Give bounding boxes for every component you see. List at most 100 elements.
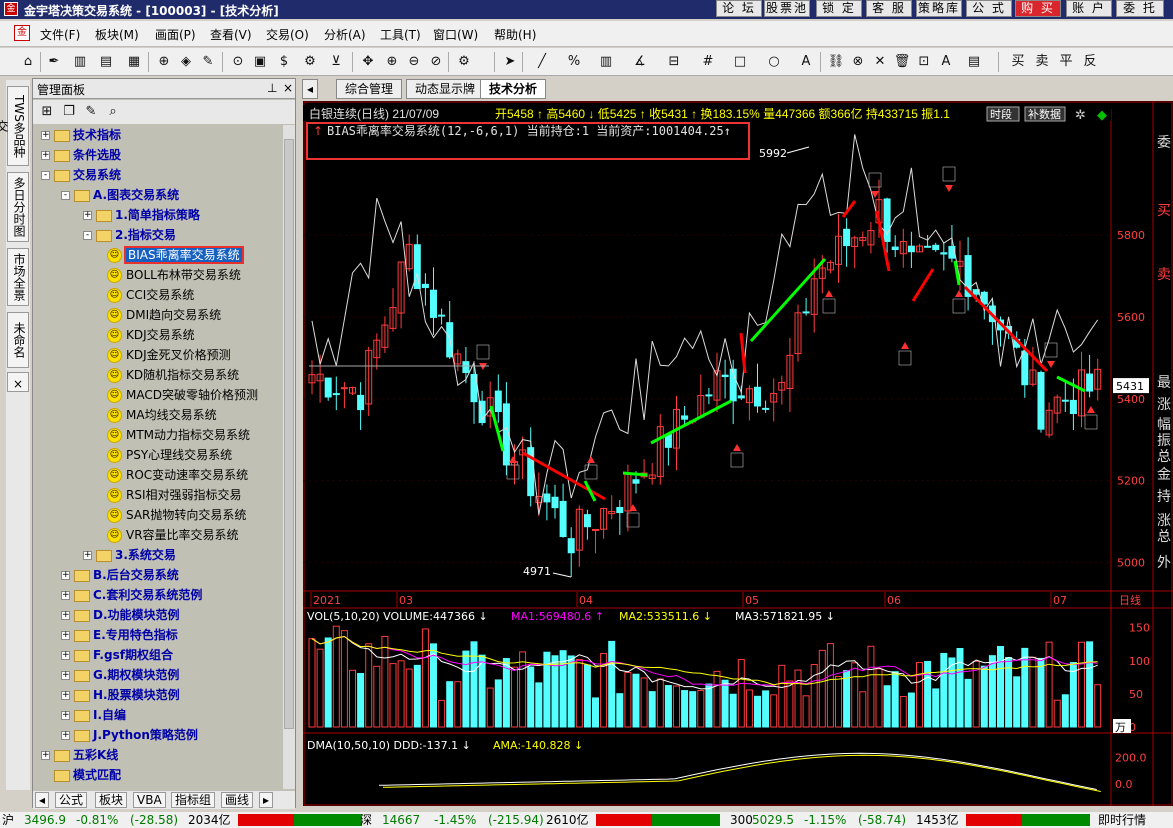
percent-icon[interactable]: % xyxy=(564,52,584,72)
technical-analysis-chart[interactable]: 白银连续(日线) 21/07/09 开5458 ↑ 高5460 ↓ 低5425 ↑… xyxy=(303,101,1173,806)
edit-icon[interactable]: ✎ xyxy=(81,102,101,122)
collapse-icon[interactable]: - xyxy=(83,231,92,240)
expand-icon[interactable]: + xyxy=(61,591,70,600)
tree-item-folder[interactable]: +1.简单指标策略 xyxy=(83,205,200,225)
expand-icon[interactable]: + xyxy=(61,691,70,700)
panel-scrollbar[interactable] xyxy=(283,125,295,789)
side-tab-0[interactable]: TWS多品种交 xyxy=(0,86,29,166)
hash-icon[interactable]: # xyxy=(698,52,718,72)
panel-tab-1[interactable]: 板块 xyxy=(95,792,128,808)
panel-tab-4[interactable]: 画线 xyxy=(221,792,254,808)
add-icon[interactable]: ⊕ xyxy=(154,52,174,72)
top-button-0[interactable]: 论 坛 xyxy=(716,0,762,17)
window-tab-1[interactable]: 动态显示牌 xyxy=(406,79,485,99)
lock-icon[interactable]: ⊡ xyxy=(914,52,934,72)
top-button-1[interactable]: 股票池 xyxy=(764,0,810,17)
tree-item-folder[interactable]: + I.自编 xyxy=(61,705,126,725)
no-entry-icon[interactable]: ⊘ xyxy=(426,52,446,72)
panel-tab-3[interactable]: 指标组 xyxy=(171,792,216,808)
reverse-icon[interactable]: 反 xyxy=(1080,52,1100,72)
bars-icon[interactable]: ▥ xyxy=(596,52,616,72)
scroll-thumb[interactable] xyxy=(284,139,294,729)
tree-item-folder[interactable]: + D.功能模块范例 xyxy=(61,605,180,625)
rect-icon[interactable]: □ xyxy=(730,52,750,72)
line-icon[interactable]: ╱ xyxy=(532,52,552,72)
window-tab-0[interactable]: 综合管理 xyxy=(336,79,403,99)
tree-item-strategy[interactable]: ☺ MTM动力指标交易系统 xyxy=(107,425,250,445)
side-tab-1[interactable]: 多日分时图 xyxy=(7,172,29,242)
menu-item-6[interactable]: 工具(T) xyxy=(380,26,421,43)
sort-icon[interactable]: ⊻ xyxy=(326,52,346,72)
side-tab-close-icon[interactable]: × xyxy=(7,372,29,392)
window-tab-2[interactable]: 技术分析 xyxy=(480,79,547,99)
tree-item-folder[interactable]: - 2.指标交易 xyxy=(83,225,176,245)
sell-icon[interactable]: 卖 xyxy=(1032,52,1052,72)
home-icon[interactable]: ⌂ xyxy=(18,52,38,72)
chart-canvas[interactable]: 白银连续(日线) 21/07/09 开5458 ↑ 高5460 ↓ 低5425 ↑… xyxy=(303,101,1173,806)
tree-item-folder[interactable]: + G.期权模块范例 xyxy=(61,665,179,685)
report-icon[interactable]: ▣ xyxy=(250,52,270,72)
grid-icon[interactable]: ▥ xyxy=(70,52,90,72)
diamond-icon[interactable]: ◆ xyxy=(1097,108,1107,123)
new-formula-icon[interactable]: ⊞ xyxy=(37,102,57,122)
collapse-icon[interactable]: - xyxy=(41,171,50,180)
tree-item-strategy[interactable]: ☺ DMI趋向交易系统 xyxy=(107,305,221,325)
collapse-icon[interactable]: - xyxy=(61,191,70,200)
tree-item-folder[interactable]: + B.后台交易系统 xyxy=(61,565,179,585)
tree-item-folder[interactable]: - 交易系统 xyxy=(41,165,121,185)
angle-icon[interactable]: ∡ xyxy=(630,52,650,72)
app-menu-icon[interactable]: 金 xyxy=(14,25,30,41)
list-icon[interactable]: ▤ xyxy=(96,52,116,72)
panel-tab-0[interactable]: 公式 xyxy=(55,792,88,808)
tree-item-strategy[interactable]: ☺ KD随机指标交易系统 xyxy=(107,365,239,385)
zoom-in-icon[interactable]: ⊕ xyxy=(382,52,402,72)
tree-item-strategy[interactable]: ☺ KDJ交易系统 xyxy=(107,325,195,345)
draw-icon[interactable]: ✒ xyxy=(44,52,64,72)
panel-tab-5[interactable]: ▸ xyxy=(259,792,274,808)
expand-icon[interactable]: + xyxy=(41,151,50,160)
search-icon[interactable]: ⌕ xyxy=(103,102,123,122)
zoom-out-icon[interactable]: ⊖ xyxy=(404,52,424,72)
tree-item-strategy[interactable]: ☺ PSY心理线交易系统 xyxy=(107,445,232,465)
tree-item-strategy[interactable]: ☺ CCI交易系统 xyxy=(107,285,194,305)
menu-item-5[interactable]: 分析(A) xyxy=(324,26,366,43)
expand-icon[interactable]: + xyxy=(41,751,50,760)
tree-item-strategy[interactable]: ☺ ROC变动速率交易系统 xyxy=(107,465,248,485)
tree-item-strategy[interactable]: ☺ BOLL布林带交易系统 xyxy=(107,265,241,285)
cursor-icon[interactable]: ➤ xyxy=(500,52,520,72)
move-icon[interactable]: ✥ xyxy=(358,52,378,72)
filter-icon[interactable]: ⚙ xyxy=(300,52,320,72)
pin-icon[interactable]: ⊥ xyxy=(267,81,277,95)
tree-item-folder[interactable]: +3.系统交易 xyxy=(83,545,176,565)
font-color-icon[interactable]: A xyxy=(936,52,956,72)
save-layout-icon[interactable]: ▤ xyxy=(964,52,984,72)
fib-icon[interactable]: ⊟ xyxy=(664,52,684,72)
tree-item-strategy[interactable]: ☺ BIAS乖离率交易系统 xyxy=(107,245,244,265)
tabs-scroll-icon[interactable]: ◂ xyxy=(302,79,319,99)
tree-item-strategy[interactable]: ☺ MACD突破零轴价格预测 xyxy=(107,385,258,405)
tree-item-folder[interactable]: + 条件选股 xyxy=(41,145,121,165)
dollar-icon[interactable]: $ xyxy=(274,52,294,72)
expand-icon[interactable]: + xyxy=(61,631,70,640)
expand-icon[interactable]: + xyxy=(83,211,92,220)
clear-icon[interactable]: ✕ xyxy=(870,52,890,72)
side-tab-2[interactable]: 市场全景 xyxy=(7,248,29,306)
menu-item-3[interactable]: 查看(V) xyxy=(210,26,252,43)
menu-item-2[interactable]: 画面(P) xyxy=(155,26,196,43)
settings-icon[interactable]: ✲ xyxy=(1075,108,1086,123)
top-button-5[interactable]: 公 式 xyxy=(966,0,1012,17)
top-button-7[interactable]: 账 户 xyxy=(1066,0,1112,17)
settings-icon[interactable]: ⚙ xyxy=(454,52,474,72)
chart-header-button-label[interactable]: 时段 xyxy=(990,107,1012,121)
tree-item-folder[interactable]: - A.图表交易系统 xyxy=(61,185,179,205)
tree-item-folder[interactable]: + F.gsf期权组合 xyxy=(61,645,173,665)
tree-item-folder[interactable]: + H.股票模块范例 xyxy=(61,685,180,705)
link-icon[interactable]: ⛓ xyxy=(826,52,846,72)
tree-item-folder[interactable]: + 五彩K线 xyxy=(41,745,118,765)
menu-item-4[interactable]: 交易(O) xyxy=(266,26,309,43)
menu-item-0[interactable]: 文件(F) xyxy=(40,26,80,43)
tree-item-folder[interactable]: + 技术指标 xyxy=(41,125,121,145)
expand-icon[interactable]: + xyxy=(83,551,92,560)
expand-icon[interactable]: + xyxy=(61,611,70,620)
expand-icon[interactable]: + xyxy=(61,731,70,740)
